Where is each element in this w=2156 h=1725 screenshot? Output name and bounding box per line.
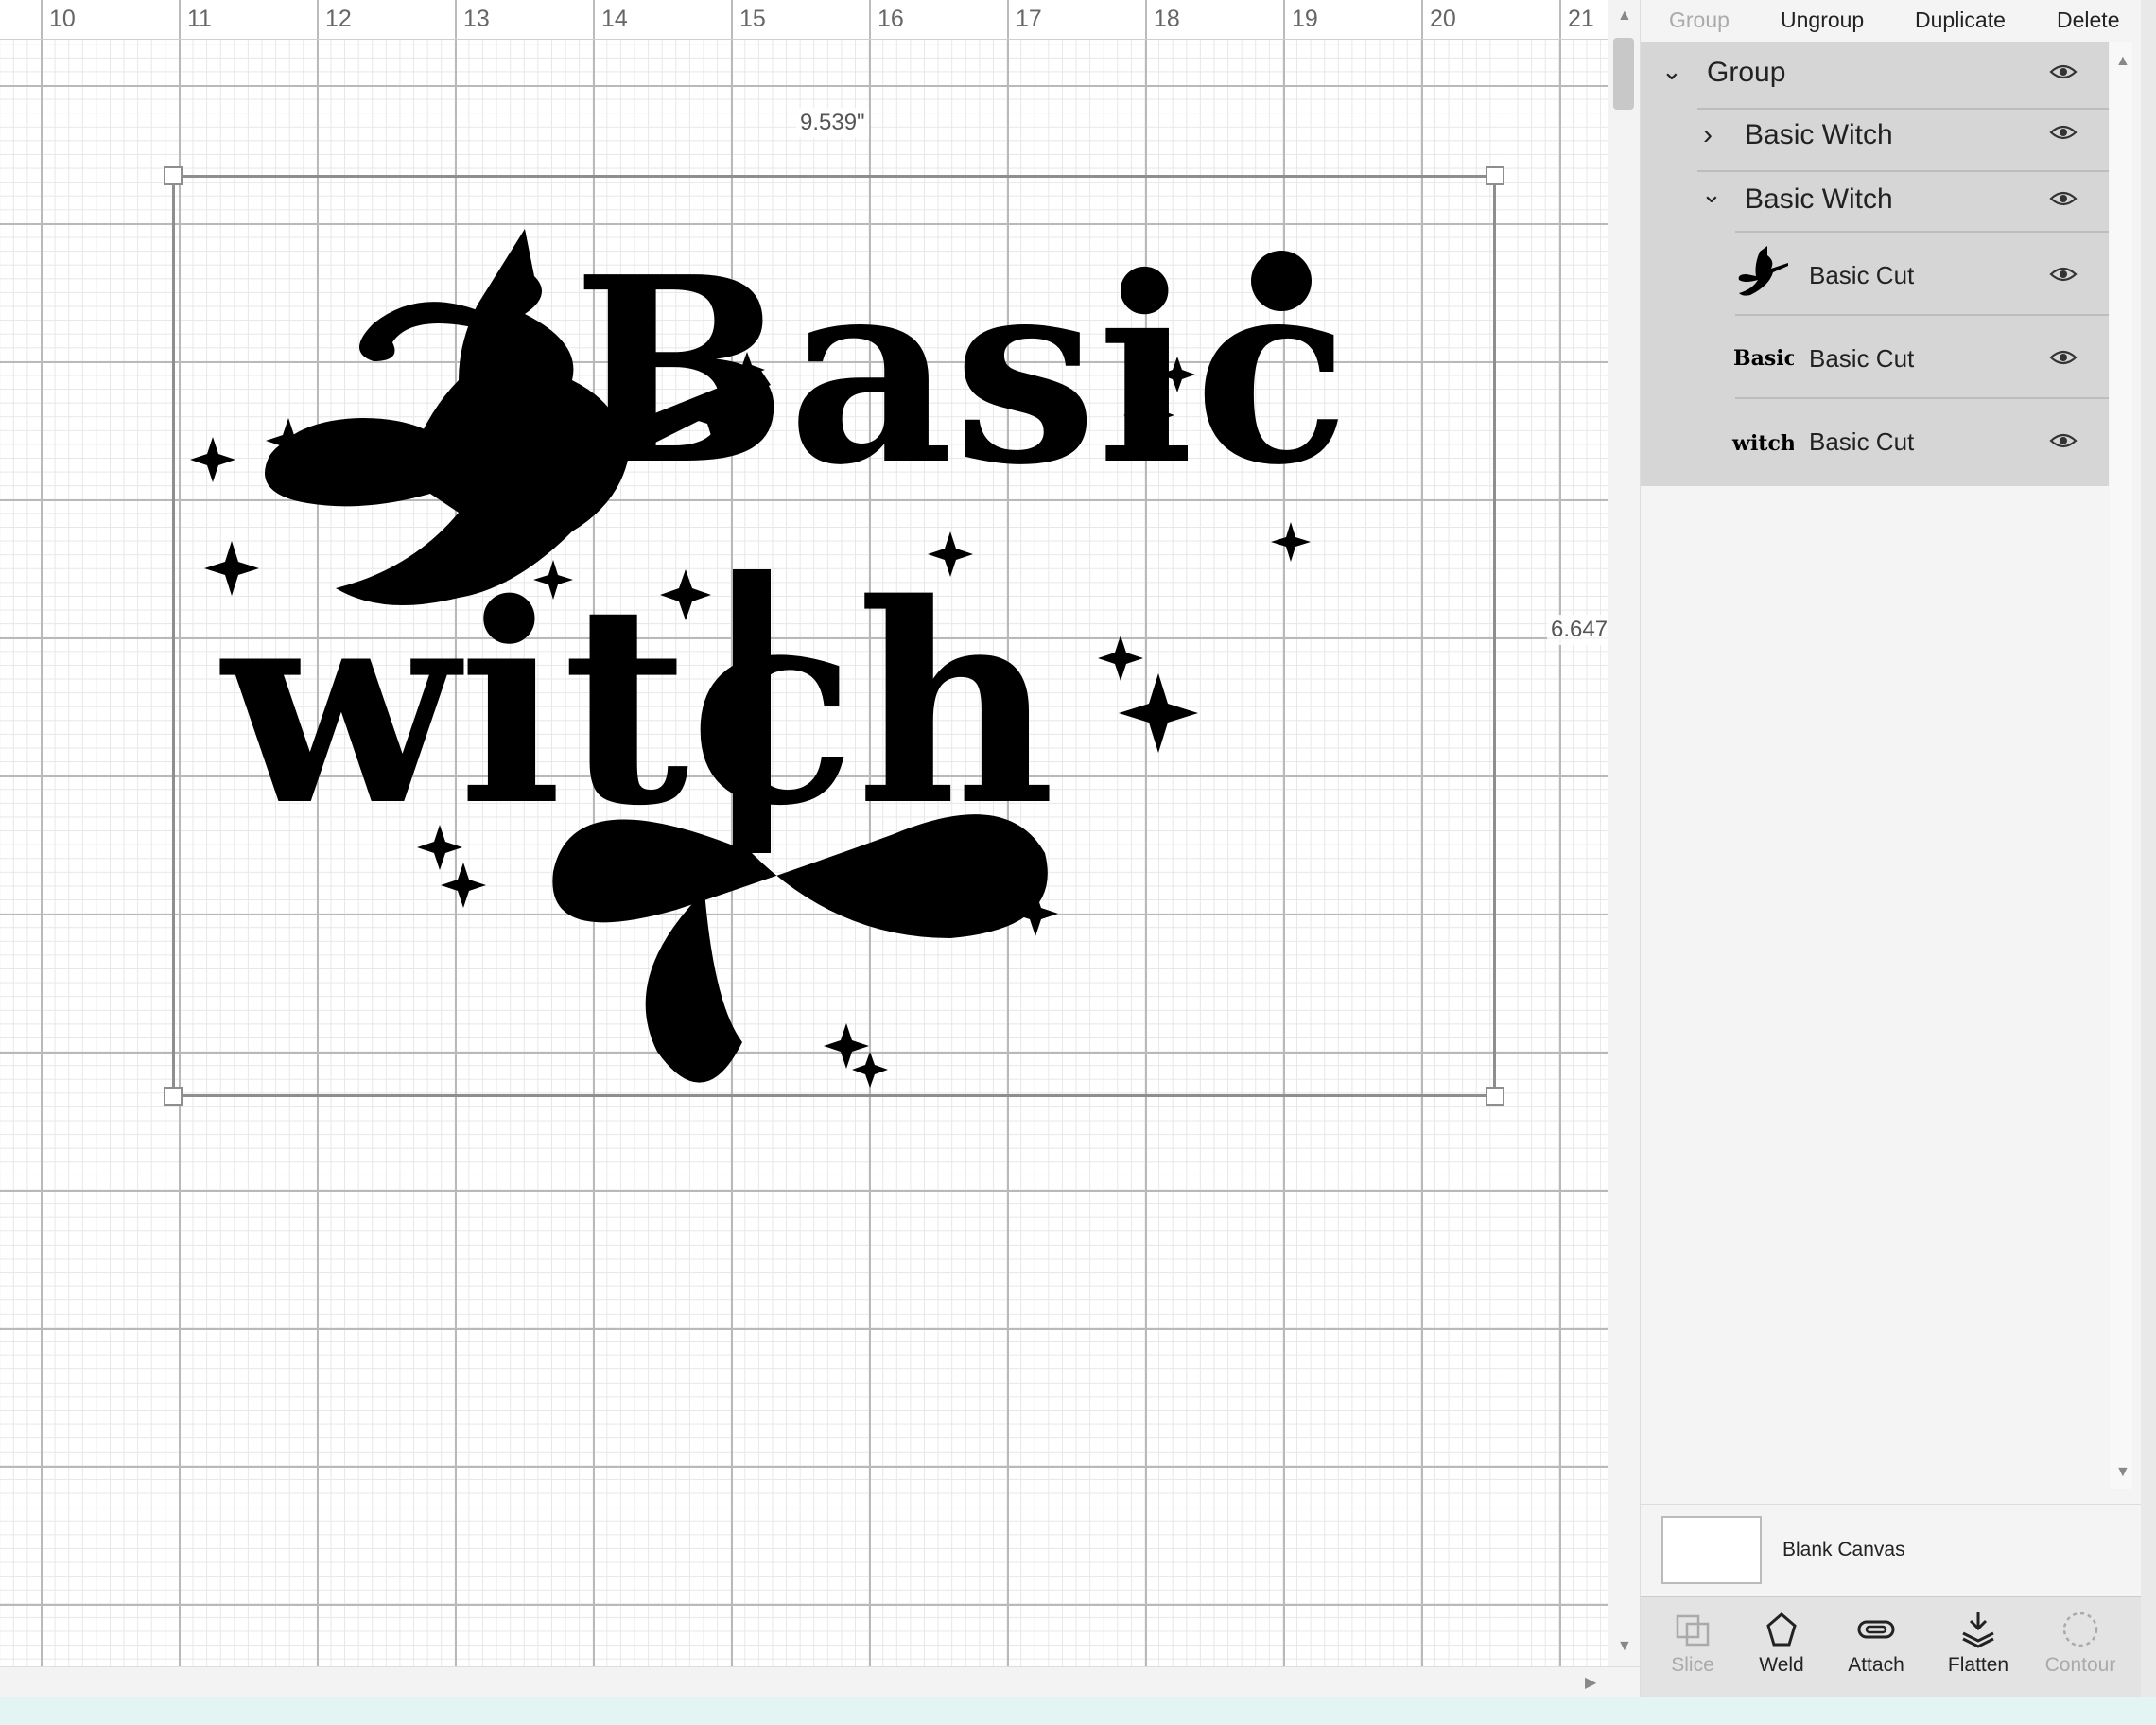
layer-group[interactable]: ⌄ Group bbox=[1641, 42, 2109, 102]
contour-label: Contour bbox=[2044, 1654, 2116, 1676]
ruler-label: 16 bbox=[878, 6, 904, 32]
design-space: 10 11 12 13 14 15 16 17 18 19 20 21 Basi… bbox=[0, 0, 2156, 1697]
layers-panel: Group Ungroup Duplicate Delete ⌄ Group ›… bbox=[1640, 0, 2156, 1697]
ruler-label: 12 bbox=[325, 6, 352, 32]
layer-group-label: Group bbox=[1707, 57, 1786, 88]
resize-handle-top-right[interactable] bbox=[1486, 166, 1504, 185]
ruler-label: 14 bbox=[601, 6, 628, 32]
layers-list: ⌄ Group › Basic Witch ⌄ Basic Witch Basi… bbox=[1641, 42, 2109, 486]
layer-basic-cut-label: Basic Cut bbox=[1809, 427, 1915, 456]
layer-basic-witch-label: Basic Witch bbox=[1745, 119, 1893, 150]
scroll-up-icon[interactable]: ▲ bbox=[1617, 8, 1632, 25]
layers-toolbar: Group Ungroup Duplicate Delete bbox=[1641, 0, 2156, 42]
ungroup-button[interactable]: Ungroup bbox=[1781, 8, 1864, 33]
layers-scrollbar[interactable]: ▲ ▼ bbox=[2110, 42, 2132, 1489]
layer-divider bbox=[1735, 314, 2109, 316]
witch-thumbnail-icon bbox=[1738, 246, 1788, 296]
resize-handle-top-left[interactable] bbox=[164, 166, 183, 185]
ruler-label: 17 bbox=[1016, 6, 1042, 32]
layer-basic-witch-collapsed[interactable]: › Basic Witch bbox=[1641, 110, 2109, 170]
ruler-tick bbox=[41, 0, 43, 39]
layer-divider bbox=[1735, 231, 2109, 233]
basic-text-thumbnail-icon: Basic bbox=[1733, 346, 1794, 371]
ruler-label: 21 bbox=[1568, 6, 1594, 32]
ruler-tick bbox=[317, 0, 319, 39]
ruler-tick bbox=[1421, 0, 1423, 39]
top-ruler: 10 11 12 13 14 15 16 17 18 19 20 21 bbox=[0, 0, 1608, 40]
chevron-right-icon[interactable]: › bbox=[1703, 119, 1713, 151]
ruler-label: 11 bbox=[187, 6, 212, 32]
ruler-tick bbox=[1007, 0, 1009, 39]
ruler-tick bbox=[455, 0, 457, 39]
weld-icon bbox=[1766, 1612, 1797, 1647]
ruler-label: 15 bbox=[739, 6, 766, 32]
slice-button[interactable]: Slice bbox=[1650, 1611, 1735, 1677]
ruler-tick bbox=[179, 0, 181, 39]
resize-handle-bottom-left[interactable] bbox=[164, 1087, 183, 1106]
layer-basic-cut-label: Basic Cut bbox=[1809, 344, 1915, 373]
scroll-down-icon[interactable]: ▼ bbox=[2115, 1464, 2130, 1481]
duplicate-button[interactable]: Duplicate bbox=[1915, 8, 2006, 33]
eye-icon[interactable] bbox=[2049, 62, 2078, 81]
weld-button[interactable]: Weld bbox=[1739, 1611, 1824, 1677]
flatten-button[interactable]: Flatten bbox=[1936, 1611, 2021, 1677]
blank-canvas-row[interactable]: Blank Canvas bbox=[1641, 1504, 2156, 1594]
eye-icon[interactable] bbox=[2049, 265, 2078, 284]
resize-handle-bottom-right[interactable] bbox=[1486, 1087, 1504, 1106]
ruler-tick bbox=[869, 0, 871, 39]
delete-button[interactable]: Delete bbox=[2057, 8, 2119, 33]
canvas-swatch[interactable] bbox=[1661, 1516, 1762, 1584]
contour-button[interactable]: Contour bbox=[2038, 1611, 2123, 1677]
width-dimension: 9.539" bbox=[796, 108, 869, 138]
ruler-label: 13 bbox=[463, 6, 490, 32]
eye-icon[interactable] bbox=[2049, 123, 2078, 142]
flatten-label: Flatten bbox=[1947, 1654, 2009, 1676]
attach-icon bbox=[1857, 1620, 1895, 1639]
ruler-label: 10 bbox=[49, 6, 76, 32]
ruler-label: 19 bbox=[1292, 6, 1318, 32]
canvas-label: Blank Canvas bbox=[1782, 1539, 1905, 1560]
ruler-tick bbox=[731, 0, 733, 39]
ruler-label: 18 bbox=[1154, 6, 1180, 32]
chevron-down-icon[interactable]: ⌄ bbox=[1661, 57, 1682, 86]
layer-basic-witch-expanded[interactable]: ⌄ Basic Witch bbox=[1641, 172, 2109, 233]
canvas-grid[interactable]: Basic witch 9.539" 6.647 bbox=[0, 40, 1608, 1666]
layer-basic-cut[interactable]: Basic Cut bbox=[1641, 235, 2109, 314]
slice-label: Slice bbox=[1671, 1654, 1714, 1676]
layer-basic-cut[interactable]: witch Basic Cut bbox=[1641, 401, 2109, 480]
scroll-down-icon[interactable]: ▼ bbox=[1617, 1638, 1632, 1655]
witch-text-thumbnail-icon: witch bbox=[1731, 431, 1794, 456]
scroll-right-icon[interactable]: ▶ bbox=[1585, 1673, 1596, 1692]
contour-icon bbox=[2062, 1612, 2098, 1647]
layer-basic-witch-label: Basic Witch bbox=[1745, 183, 1893, 215]
attach-button[interactable]: Attach bbox=[1834, 1611, 1919, 1677]
eye-icon[interactable] bbox=[2049, 431, 2078, 450]
ruler-label: 20 bbox=[1430, 6, 1456, 32]
chevron-down-icon[interactable]: ⌄ bbox=[1701, 180, 1722, 209]
ruler-tick bbox=[593, 0, 595, 39]
ruler-tick bbox=[1283, 0, 1285, 39]
eye-icon[interactable] bbox=[2049, 189, 2078, 208]
ruler-tick bbox=[1559, 0, 1561, 39]
layer-basic-cut[interactable]: Basic Basic Cut bbox=[1641, 318, 2109, 397]
height-dimension: 6.647 bbox=[1547, 615, 1608, 645]
layer-basic-cut-label: Basic Cut bbox=[1809, 261, 1915, 289]
vertical-scrollbar[interactable]: ▲ ▼ bbox=[1608, 0, 1640, 1666]
layer-divider bbox=[1735, 397, 2109, 399]
selection-bounding-box[interactable] bbox=[164, 166, 1504, 1106]
group-button[interactable]: Group bbox=[1669, 8, 1730, 33]
vertical-scroll-thumb[interactable] bbox=[1613, 38, 1634, 110]
weld-label: Weld bbox=[1759, 1654, 1804, 1676]
eye-icon[interactable] bbox=[2049, 348, 2078, 367]
actions-bar: Slice Weld Attach Flatten Contour bbox=[1641, 1596, 2156, 1697]
scroll-up-icon[interactable]: ▲ bbox=[2115, 53, 2130, 70]
ruler-tick bbox=[1145, 0, 1147, 39]
attach-label: Attach bbox=[1848, 1654, 1904, 1676]
thumb-witch-text: witch bbox=[1731, 431, 1794, 456]
slice-icon bbox=[1676, 1614, 1710, 1647]
flatten-icon bbox=[1962, 1612, 1994, 1648]
thumb-basic-text: Basic bbox=[1733, 346, 1794, 371]
window-edge bbox=[2141, 0, 2156, 1697]
horizontal-scrollbar[interactable]: ▶ bbox=[0, 1666, 1640, 1697]
